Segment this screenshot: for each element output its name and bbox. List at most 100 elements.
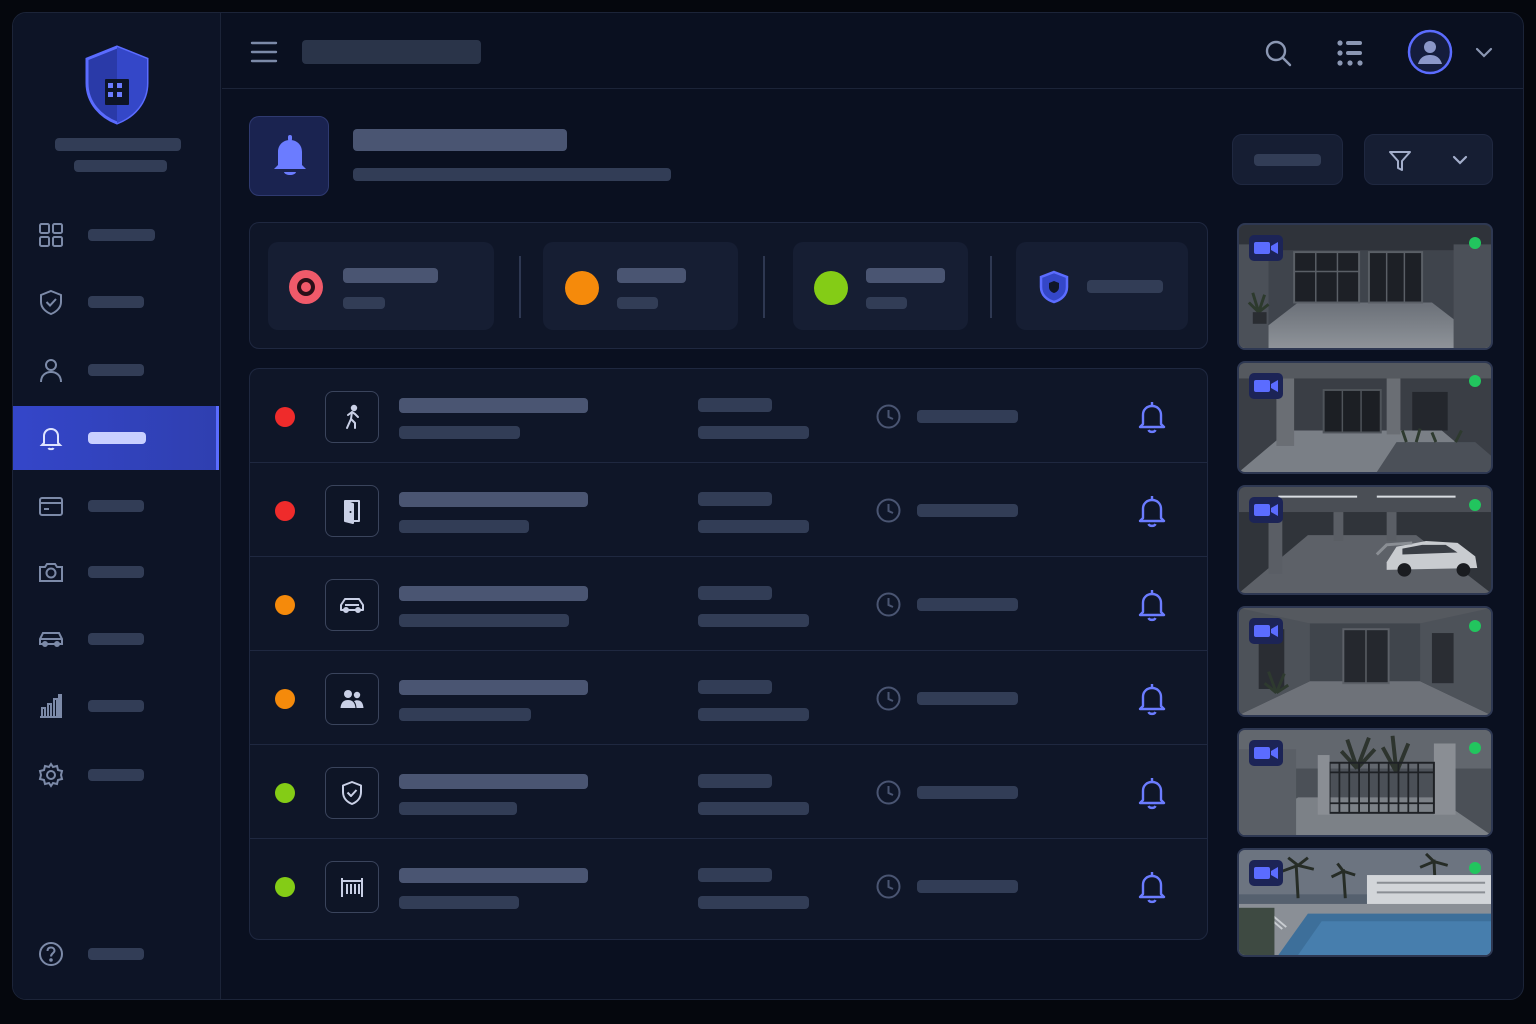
video-camera-icon	[1249, 497, 1283, 523]
summary-label-placeholder	[1087, 280, 1163, 293]
time-placeholder	[917, 504, 1018, 517]
summary-panel	[249, 222, 1208, 349]
video-camera-icon	[1249, 235, 1283, 261]
brand-tagline-placeholder	[74, 160, 167, 172]
section-title-placeholder	[353, 129, 567, 151]
sidebar-item-vehicles[interactable]	[13, 607, 219, 671]
table-row[interactable]	[250, 651, 1207, 745]
sidebar-item-dashboard[interactable]	[13, 203, 219, 267]
table-row[interactable]	[250, 369, 1207, 463]
alerts-table	[249, 368, 1208, 940]
camera-feed-corridor[interactable]	[1237, 606, 1493, 717]
event-desc-placeholder	[399, 614, 569, 627]
location-placeholder	[698, 586, 772, 600]
location-detail-placeholder	[698, 614, 809, 627]
sidebar-item-help[interactable]	[13, 922, 219, 986]
apps-grid-icon[interactable]	[1335, 38, 1365, 68]
summary-count-placeholder	[343, 297, 385, 309]
sidebar-item-access[interactable]	[13, 474, 219, 538]
sidebar-item-users[interactable]	[13, 338, 219, 402]
time-placeholder	[917, 880, 1018, 893]
section-subtitle-placeholder	[353, 168, 671, 181]
bell-icon[interactable]	[1135, 682, 1169, 716]
bell-icon[interactable]	[1135, 588, 1169, 622]
access-card-icon	[37, 492, 65, 520]
location-placeholder	[698, 774, 772, 788]
sidebar	[13, 13, 221, 999]
bell-icon	[37, 424, 65, 452]
severity-critical-dot	[275, 501, 295, 521]
table-row[interactable]	[250, 463, 1207, 557]
sidebar-item-cameras[interactable]	[13, 540, 219, 604]
sidebar-item-settings[interactable]	[13, 743, 219, 807]
summary-chip-warning[interactable]	[543, 242, 738, 330]
hamburger-icon[interactable]	[249, 37, 279, 67]
door-icon	[339, 498, 365, 524]
sidebar-item-alerts[interactable]	[13, 406, 219, 470]
location-detail-placeholder	[698, 896, 809, 909]
event-desc-placeholder	[399, 708, 531, 721]
shield-building-icon[interactable]	[83, 45, 151, 125]
location-placeholder	[698, 680, 772, 694]
shield-icon	[1038, 270, 1070, 304]
bell-icon[interactable]	[1135, 870, 1169, 904]
car-icon	[339, 592, 365, 618]
target-dot-icon	[288, 269, 324, 305]
event-type-badge	[325, 391, 379, 443]
sidebar-item-label-placeholder	[88, 948, 144, 960]
shield-check-icon	[37, 288, 65, 316]
sidebar-item-label-placeholder	[88, 700, 144, 712]
chevron-down-icon	[1451, 153, 1469, 167]
sidebar-item-label-placeholder	[88, 364, 144, 376]
table-row[interactable]	[250, 839, 1207, 933]
sidebar-item-label-placeholder	[88, 432, 146, 444]
event-desc-placeholder	[399, 426, 520, 439]
group-icon	[339, 686, 365, 712]
search-icon[interactable]	[1263, 38, 1293, 68]
time-placeholder	[917, 410, 1018, 423]
sidebar-item-reports[interactable]	[13, 674, 219, 738]
summary-label-placeholder	[343, 268, 438, 283]
sidebar-item-label-placeholder	[88, 500, 144, 512]
live-status-dot	[1469, 862, 1481, 874]
location-detail-placeholder	[698, 802, 809, 815]
summary-chip-protected[interactable]	[1016, 242, 1188, 330]
camera-feed-parking-garage[interactable]	[1237, 485, 1493, 595]
table-row[interactable]	[250, 557, 1207, 651]
event-title-placeholder	[399, 680, 588, 695]
gate-icon	[339, 874, 365, 900]
user-avatar-icon[interactable]	[1407, 29, 1453, 75]
summary-label-placeholder	[866, 268, 945, 283]
live-status-dot	[1469, 620, 1481, 632]
sidebar-item-label-placeholder	[88, 769, 144, 781]
table-row[interactable]	[250, 745, 1207, 839]
bell-icon[interactable]	[1135, 776, 1169, 810]
chevron-down-icon[interactable]	[1474, 45, 1494, 61]
header-bell-button[interactable]	[249, 116, 329, 196]
bell-icon[interactable]	[1135, 494, 1169, 528]
sidebar-item-security[interactable]	[13, 270, 219, 334]
summary-divider	[763, 256, 765, 318]
action-button[interactable]	[1232, 134, 1343, 185]
clock-icon	[875, 403, 902, 430]
bell-icon[interactable]	[1135, 400, 1169, 434]
severity-warning-dot	[275, 689, 295, 709]
event-type-badge	[325, 485, 379, 537]
time-placeholder	[917, 692, 1018, 705]
live-status-dot	[1469, 742, 1481, 754]
camera-feed-courtyard[interactable]	[1237, 361, 1493, 474]
location-placeholder	[698, 492, 772, 506]
camera-feed-gate[interactable]	[1237, 728, 1493, 837]
summary-chip-critical[interactable]	[268, 242, 494, 330]
filter-dropdown[interactable]	[1364, 134, 1493, 185]
warning-dot-icon	[565, 271, 599, 305]
video-camera-icon	[1249, 740, 1283, 766]
car-icon	[37, 625, 65, 653]
location-detail-placeholder	[698, 426, 809, 439]
sidebar-item-label-placeholder	[88, 633, 144, 645]
summary-chip-ok[interactable]	[793, 242, 968, 330]
camera-feed-pool[interactable]	[1237, 848, 1493, 957]
camera-feed-lobby[interactable]	[1237, 223, 1493, 350]
gear-icon	[37, 761, 65, 789]
bell-icon	[268, 133, 312, 179]
